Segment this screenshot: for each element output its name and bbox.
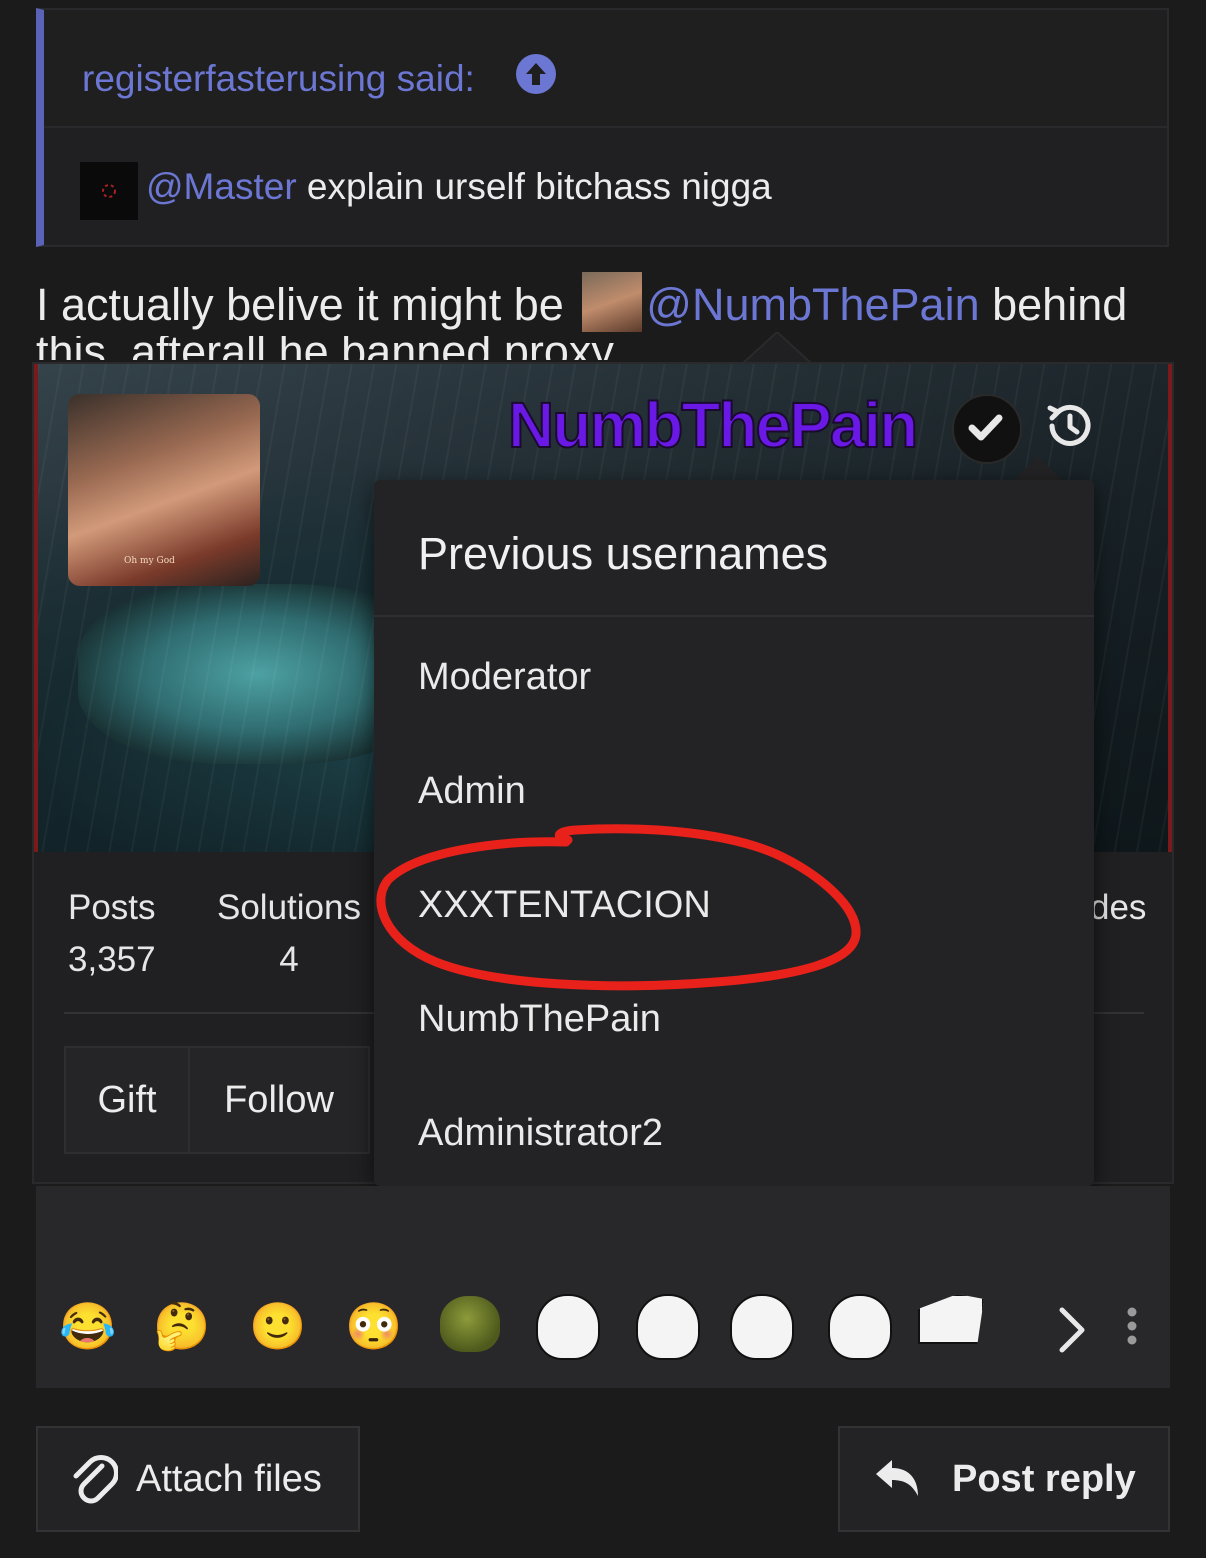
mention-link[interactable]: @Master xyxy=(146,166,297,207)
paperclip-icon xyxy=(73,1455,118,1504)
post-reply-button[interactable]: Post reply xyxy=(838,1426,1170,1532)
quote-message: explain urself bitchass nigga xyxy=(296,166,772,207)
reply-icon xyxy=(876,1460,918,1496)
card-button-group: Gift Follow xyxy=(64,1046,370,1154)
stat-label: des xyxy=(1090,888,1147,927)
red-circle-annotation xyxy=(376,824,861,991)
inline-avatar[interactable] xyxy=(582,272,643,332)
stat-value: 4 xyxy=(279,940,299,979)
emoji-flushed[interactable]: 😳 xyxy=(342,1294,406,1358)
smilie-shrek[interactable] xyxy=(440,1296,500,1352)
quote-header: registerfasterusing said: xyxy=(44,10,1167,126)
smilie-smug-wojak[interactable] xyxy=(730,1294,794,1360)
profile-avatar[interactable]: Oh my God xyxy=(68,394,260,586)
stat-solutions[interactable]: Solutions 4 xyxy=(217,888,361,980)
post-text-prefix: I actually belive it might be xyxy=(36,278,564,330)
kebab-menu-icon[interactable] xyxy=(1120,1304,1144,1348)
chevron-right-icon[interactable] xyxy=(1052,1306,1092,1354)
follow-button[interactable]: Follow xyxy=(190,1048,368,1152)
menu-item-username[interactable]: NumbThePain xyxy=(418,998,661,1041)
quote-body: @Master explain urself bitchass nigga xyxy=(44,126,1167,245)
divider xyxy=(374,615,1094,617)
avatar[interactable] xyxy=(80,162,138,220)
smilie-crying-wojak[interactable] xyxy=(536,1294,600,1360)
smilie-soyjak[interactable] xyxy=(828,1294,892,1360)
post-text-suffix: behind xyxy=(979,278,1128,330)
stat-partial[interactable]: des xyxy=(1090,888,1146,928)
stat-posts[interactable]: Posts 3,357 xyxy=(68,888,156,980)
menu-item-username[interactable]: Admin xyxy=(418,770,526,813)
menu-title: Previous usernames xyxy=(418,528,829,579)
post-text-line2: this, afterall he banned proxy xyxy=(36,336,614,360)
emoji-thinking[interactable]: 🤔 xyxy=(150,1294,214,1358)
history-icon[interactable] xyxy=(1042,398,1098,454)
emoji-tears-of-joy[interactable]: 😂 xyxy=(56,1294,120,1358)
emoji-slight-smile[interactable]: 🙂 xyxy=(246,1294,310,1358)
dropdown-pointer xyxy=(1014,456,1062,480)
quote-author-said[interactable]: registerfasterusing said: xyxy=(82,58,475,100)
tooltip-pointer xyxy=(742,332,812,364)
attach-files-label: Attach files xyxy=(136,1457,322,1500)
stat-value: 3,357 xyxy=(68,940,156,979)
gift-button[interactable]: Gift xyxy=(66,1048,190,1152)
verified-icon xyxy=(952,394,1022,464)
menu-item-username[interactable]: Administrator2 xyxy=(418,1112,663,1155)
quote-text: @Master explain urself bitchass nigga xyxy=(146,166,772,208)
smilie-sad-wojak[interactable] xyxy=(636,1294,700,1360)
post-text: I actually belive it might be @NumbThePa… xyxy=(36,272,1128,338)
stat-label: Solutions xyxy=(217,888,361,927)
attach-files-button[interactable]: Attach files xyxy=(36,1426,360,1532)
post-reply-label: Post reply xyxy=(952,1457,1136,1500)
reply-editor[interactable] xyxy=(36,1186,1170,1388)
stat-label: Posts xyxy=(68,888,156,927)
profile-username[interactable]: NumbThePain xyxy=(507,388,919,462)
quote-block: registerfasterusing said: @Master explai… xyxy=(36,8,1169,247)
post-text-cutoff: this, afterall he banned proxy xyxy=(36,336,636,360)
mention-link[interactable]: @NumbThePain xyxy=(646,279,979,330)
jump-to-quote-icon[interactable] xyxy=(516,54,556,94)
avatar-caption: Oh my God xyxy=(124,556,175,566)
menu-item-username[interactable]: Moderator xyxy=(418,656,591,699)
